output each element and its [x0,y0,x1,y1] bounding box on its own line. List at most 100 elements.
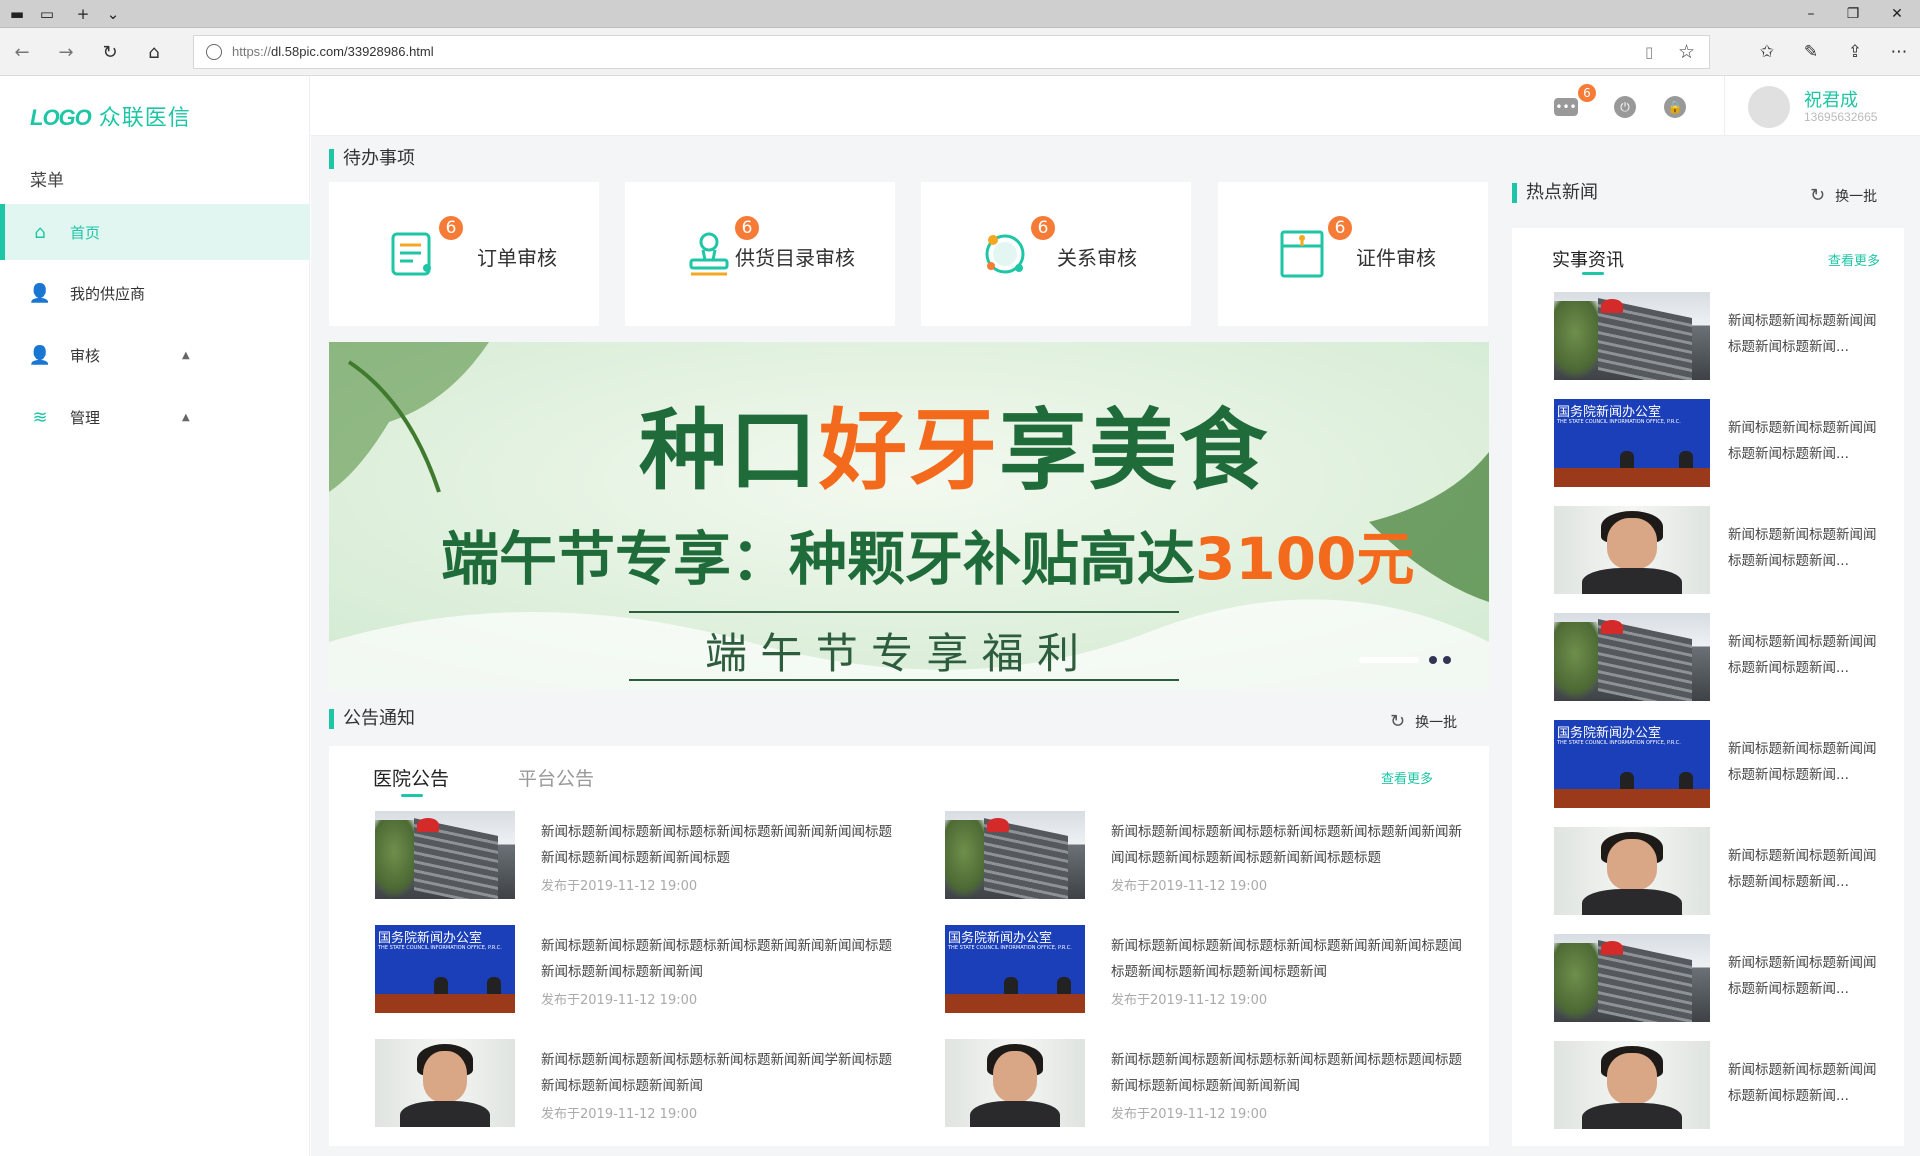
hot-news-item[interactable]: 国务院新闻办公室 THE STATE COUNCIL INFORMATION OF… [1554,720,1877,810]
promo-banner[interactable]: 种口好牙享美食 端午节专享：种颗牙补贴高达3100元 端 午 节 专 享 福 利 [329,342,1489,690]
hot-refresh-button[interactable]: ↻ 换一批 [1810,185,1877,206]
notice-title: 新闻标题新闻标题新闻标题标新闻标题新闻新闻新闻闻标题新闻标题新闻标题新闻新闻 [541,938,892,980]
hot-news-item[interactable]: 新闻标题新闻标题新闻闻标题新闻标题新闻... [1554,506,1877,596]
caret-up-icon[interactable]: ▲ [182,350,190,361]
notice-date: 发布于2019-11-12 19:00 [1111,1107,1268,1122]
banner-tagline: 端 午 节 专 享 福 利 [705,629,1080,678]
hot-news-title: 热点新闻 [1512,182,1598,204]
hot-news-item[interactable]: 国务院新闻办公室 THE STATE COUNCIL INFORMATION OF… [1554,399,1877,489]
stamp-icon [689,232,729,276]
user-name[interactable]: 祝君成 [1804,86,1858,112]
notice-item[interactable]: 新闻标题新闻标题新闻标题标新闻标题新闻新闻新闻闻标题新闻标题新闻标题新闻新闻标题… [375,811,915,901]
notice-item[interactable]: 国务院新闻办公室 THE STATE COUNCIL INFORMATION OF… [945,925,1485,1015]
menu-item-manage[interactable]: ≋ 管理 ▲ [0,389,310,445]
banner-headline: 种口好牙享美食 [639,380,1269,507]
notice-more-link[interactable]: 查看更多 [1381,768,1433,787]
refresh-icon[interactable]: ↻ [98,40,122,64]
address-toolbar: ← → ↻ ⌂ https://dl.58pic.com/33928986.ht… [0,28,1920,76]
task-badge: 6 [1326,214,1354,242]
notice-item[interactable]: 新闻标题新闻标题新闻标题标新闻标题新闻标题新闻新闻新闻闻标题新闻标题新闻标题新闻… [945,811,1485,901]
tabs-aside-icon[interactable]: ▭ [38,5,56,23]
avatar[interactable] [1748,86,1790,128]
close-icon[interactable]: ✕ [1886,3,1908,25]
browser-titlebar: ▬ ▭ + ⌄ – ❐ ✕ [0,0,1920,28]
restore-icon[interactable]: ❐ [1842,3,1864,25]
message-badge: 6 [1578,84,1596,102]
task-label: 关系审核 [1057,246,1137,270]
hot-more-link[interactable]: 查看更多 [1828,250,1880,269]
hot-news-item[interactable]: 新闻标题新闻标题新闻闻标题新闻标题新闻... [1554,292,1877,382]
favorites-icon[interactable]: ✩ [1756,41,1778,63]
notice-item[interactable]: 国务院新闻办公室 THE STATE COUNCIL INFORMATION OF… [375,925,915,1015]
reading-view-icon[interactable]: ▯ [1645,43,1663,61]
task-card-catalog[interactable]: 6 供货目录审核 [625,182,895,326]
tab-actions-icon[interactable]: ▬ [8,5,26,23]
menu-item-label: 首页 [70,223,101,242]
relation-icon [985,234,1025,274]
tab-platform-notice[interactable]: 平台公告 [518,764,594,791]
home-icon: ⌂ [34,221,46,243]
tab-preview-chevron-icon[interactable]: ⌄ [104,5,122,23]
menu-item-review[interactable]: 👤 审核 ▲ [0,327,310,383]
menu-item-label: 我的供应商 [70,284,146,303]
thumbnail-caption: 国务院新闻办公室 [378,931,483,946]
thumbnail-caption: 国务院新闻办公室 [1557,405,1662,420]
hot-news-title-text: 新闻标题新闻标题新闻闻标题新闻标题新闻... [1728,420,1877,462]
banner-subline: 端午节专享：种颗牙补贴高达3100元 [441,512,1414,596]
thumbnail-subcaption: THE STATE COUNCIL INFORMATION OFFICE, P.… [1557,740,1681,746]
share-icon[interactable]: ⇪ [1844,41,1866,63]
menu-item-label: 审核 [70,346,101,365]
news-thumbnail [945,1039,1085,1127]
task-card-certificate[interactable]: 6 证件审核 [1218,182,1488,326]
news-thumbnail [1554,292,1710,380]
notice-title: 新闻标题新闻标题新闻标题标新闻标题新闻新闻新闻闻标题新闻标题新闻标题新闻新闻标题 [541,824,892,866]
menu-item-home[interactable]: ⌂ 首页 [0,204,310,260]
home-icon[interactable]: ⌂ [142,40,166,64]
lock-icon[interactable]: 🔒 [1664,96,1686,118]
hot-news-title-text: 新闻标题新闻标题新闻闻标题新闻标题新闻... [1728,741,1877,783]
hot-news-item[interactable]: 新闻标题新闻标题新闻闻标题新闻标题新闻... [1554,934,1877,1024]
news-thumbnail: 国务院新闻办公室 THE STATE COUNCIL INFORMATION OF… [945,925,1085,1013]
notice-panel: 医院公告 平台公告 查看更多 新闻标题新闻标题新闻标题标新闻标题新闻新闻新闻闻标… [329,746,1489,1146]
notice-refresh-button[interactable]: ↻ 换一批 [1390,711,1457,732]
notice-item[interactable]: 新闻标题新闻标题新闻标题标新闻标题新闻标题标题闻标题新闻标题新闻标题新闻新闻新闻… [945,1039,1485,1129]
tab-current-affairs[interactable]: 实事资讯 [1552,246,1624,272]
news-thumbnail [1554,934,1710,1022]
refresh-icon: ↻ [1810,185,1826,206]
pen-icon[interactable]: ✎ [1800,41,1822,63]
url-text[interactable]: https://dl.58pic.com/33928986.html [232,44,434,59]
hot-news-panel: 实事资讯 查看更多 新闻标题新闻标题新闻闻标题新闻标题新闻... 国务院新闻办公… [1512,228,1904,1146]
address-bar[interactable]: https://dl.58pic.com/33928986.html ▯ ☆ [193,35,1710,69]
certificate-icon [1280,230,1324,278]
tab-hospital-notice[interactable]: 医院公告 [373,764,449,791]
new-tab-icon[interactable]: + [74,5,92,23]
notice-date: 发布于2019-11-12 19:00 [541,879,698,894]
caret-up-icon[interactable]: ▲ [182,412,190,423]
banner-subline-text: 端午节专享：种颗牙补贴高达 [441,525,1196,593]
task-card-order[interactable]: 6 订单审核 [329,182,599,326]
more-icon[interactable]: ⋯ [1888,41,1910,63]
notice-item[interactable]: 新闻标题新闻标题新闻标题标新闻标题新闻新闻学新闻标题新闻标题新闻标题新闻新闻 发… [375,1039,915,1129]
task-badge: 6 [733,214,761,242]
hot-news-item[interactable]: 新闻标题新闻标题新闻闻标题新闻标题新闻... [1554,827,1877,917]
favorite-star-icon[interactable]: ☆ [1678,41,1695,63]
notice-date: 发布于2019-11-12 19:00 [541,1107,698,1122]
news-thumbnail [1554,827,1710,915]
app-logo[interactable]: LOGO 众联医信 [30,100,191,132]
hot-news-item[interactable]: 新闻标题新闻标题新闻闻标题新闻标题新闻... [1554,1041,1877,1131]
hot-news-title-text: 新闻标题新闻标题新闻闻标题新闻标题新闻... [1728,527,1877,569]
refresh-icon: ↻ [1390,711,1406,732]
menu-item-label: 管理 [70,408,101,427]
exit-icon[interactable]: ⏻ [1614,96,1636,118]
minimize-icon[interactable]: – [1800,3,1822,25]
hot-news-item[interactable]: 新闻标题新闻标题新闻闻标题新闻标题新闻... [1554,613,1877,703]
back-icon[interactable]: ← [10,40,34,64]
forward-icon[interactable]: → [54,40,78,64]
menu-item-suppliers[interactable]: 👤 我的供应商 [0,265,310,321]
task-card-relation[interactable]: 6 关系审核 [921,182,1191,326]
news-thumbnail: 国务院新闻办公室 THE STATE COUNCIL INFORMATION OF… [375,925,515,1013]
task-label: 供货目录审核 [735,246,855,270]
banner-headline-part: 享美食 [999,399,1270,502]
hot-news-title-text: 新闻标题新闻标题新闻闻标题新闻标题新闻... [1728,1062,1877,1104]
message-icon[interactable]: ••• [1554,98,1578,116]
